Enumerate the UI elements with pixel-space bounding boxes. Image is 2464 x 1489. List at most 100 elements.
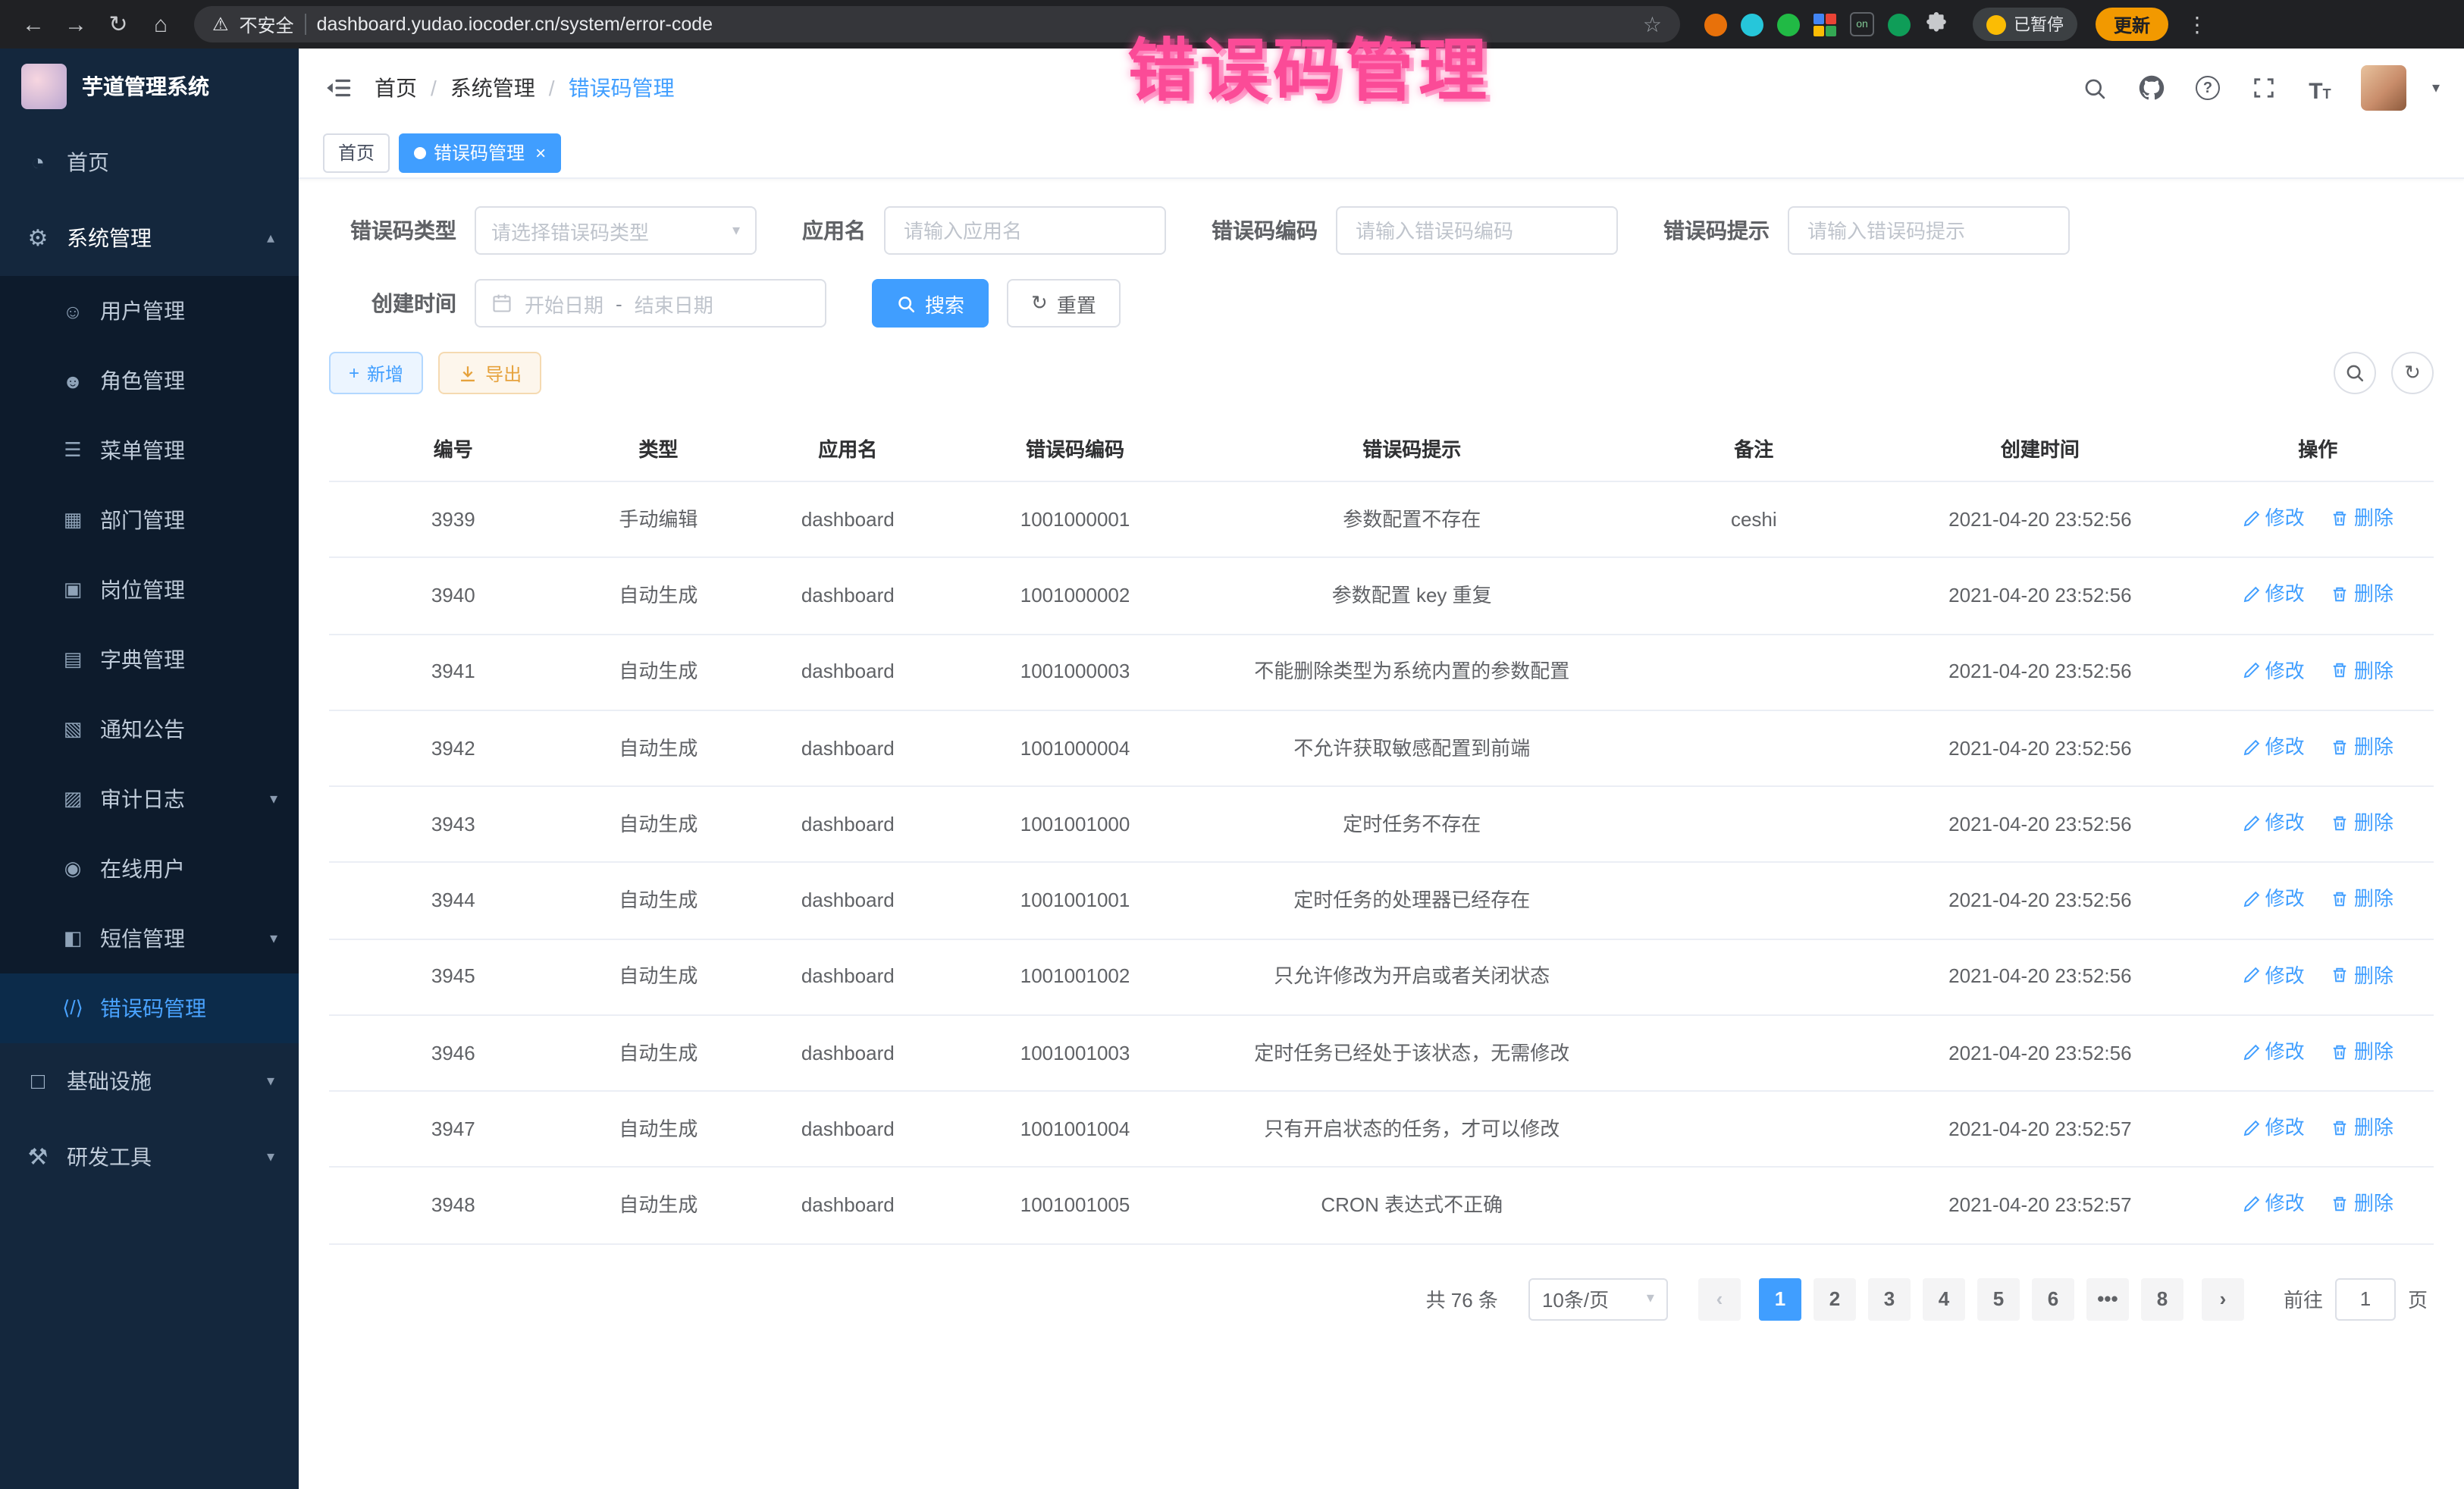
refresh-table-button[interactable]: ↻ <box>2391 352 2434 394</box>
back-icon[interactable]: ← <box>15 6 52 42</box>
page-button[interactable]: 2 <box>1814 1277 1856 1320</box>
edit-link[interactable]: 修改 <box>2243 1113 2305 1143</box>
page-content: 错误码类型 请选择错误码类型 ▾ 应用名 错误码编码 <box>299 179 2464 1489</box>
sidebar-submenu-item[interactable]: ☰ 菜单管理 <box>0 415 299 485</box>
view-tab[interactable]: 首页 × <box>323 133 390 172</box>
sidebar-submenu-item[interactable]: ▦ 部门管理 <box>0 485 299 555</box>
sidebar-submenu-item[interactable]: ☺ 用户管理 <box>0 276 299 346</box>
avatar-caret-icon[interactable]: ▾ <box>2432 80 2440 96</box>
delete-link[interactable]: 删除 <box>2331 885 2393 914</box>
edit-link[interactable]: 修改 <box>2243 656 2305 685</box>
delete-link[interactable]: 删除 <box>2331 580 2393 610</box>
sidebar-submenu-item[interactable]: ☻ 角色管理 <box>0 346 299 415</box>
extension-icon[interactable]: on <box>1850 12 1874 36</box>
goto-page-input[interactable] <box>2335 1277 2396 1320</box>
app-name-input[interactable] <box>884 206 1166 255</box>
sidebar-item[interactable]: □ 基础设施 ▾ <box>0 1043 299 1119</box>
delete-link[interactable]: 删除 <box>2331 1037 2393 1067</box>
extension-icon[interactable] <box>1741 13 1763 36</box>
reload-icon[interactable]: ↻ <box>100 6 136 42</box>
pencil-icon <box>2243 662 2261 680</box>
help-icon[interactable]: ? <box>2193 73 2223 103</box>
error-type-select[interactable]: 请选择错误码类型 ▾ <box>475 206 757 255</box>
url-text[interactable]: dashboard.yudao.iocoder.cn/system/error-… <box>317 14 1632 35</box>
delete-link[interactable]: 删除 <box>2331 1113 2393 1143</box>
sidebar-submenu-item[interactable]: ▧ 通知公告 <box>0 694 299 764</box>
cell-id: 3947 <box>329 1091 578 1168</box>
chrome-update-button[interactable]: 更新 <box>2096 8 2168 41</box>
next-page-button[interactable]: › <box>2202 1277 2244 1320</box>
prev-page-button[interactable]: ‹ <box>1698 1277 1741 1320</box>
error-msg-input[interactable] <box>1788 206 2070 255</box>
sidebar-item-home[interactable]: ◔ 首页 <box>0 124 299 200</box>
delete-link[interactable]: 删除 <box>2331 808 2393 838</box>
delete-link[interactable]: 删除 <box>2331 1190 2393 1219</box>
extension-icon[interactable] <box>1888 13 1911 36</box>
edit-link[interactable]: 修改 <box>2243 1190 2305 1219</box>
search-icon[interactable] <box>2080 73 2111 103</box>
delete-link[interactable]: 删除 <box>2331 656 2393 685</box>
edit-link[interactable]: 修改 <box>2243 808 2305 838</box>
page-button[interactable]: 3 <box>1868 1277 1911 1320</box>
column-header: 创建时间 <box>1878 415 2202 481</box>
date-range-picker[interactable]: 开始日期 - 结束日期 <box>475 279 826 328</box>
page-size-value: 10条/页 <box>1542 1284 1609 1313</box>
sidebar-submenu-item[interactable]: ▤ 字典管理 <box>0 625 299 694</box>
breadcrumb-system[interactable]: 系统管理 <box>450 73 535 103</box>
edit-link[interactable]: 修改 <box>2243 961 2305 990</box>
error-code-input[interactable] <box>1336 206 1618 255</box>
toggle-search-button[interactable] <box>2334 352 2376 394</box>
edit-link[interactable]: 修改 <box>2243 1037 2305 1067</box>
sidebar-item-system[interactable]: ⚙ 系统管理 ▴ <box>0 200 299 276</box>
forward-icon[interactable]: → <box>58 6 94 42</box>
profile-paused-badge[interactable]: 已暂停 <box>1973 8 2077 41</box>
close-icon[interactable]: × <box>535 142 546 163</box>
app-logo[interactable]: 芋道管理系统 <box>0 49 299 124</box>
delete-link[interactable]: 删除 <box>2331 961 2393 990</box>
user-avatar[interactable] <box>2361 65 2406 111</box>
cell-type: 自动生成 <box>578 1015 740 1092</box>
breadcrumb-home[interactable]: 首页 <box>375 73 417 103</box>
sidebar-submenu: ☺ 用户管理 ☻ 角色管理 ☰ 菜单管理 <box>0 276 299 1043</box>
breadcrumb-separator: / <box>431 76 437 100</box>
search-button[interactable]: 搜索 <box>872 279 989 328</box>
extension-icon[interactable] <box>1704 13 1727 36</box>
add-button[interactable]: + 新增 <box>329 352 423 394</box>
sidebar-submenu-item[interactable]: ◉ 在线用户 <box>0 834 299 904</box>
sidebar-collapse-icon[interactable] <box>323 73 353 103</box>
page-button[interactable]: 5 <box>1977 1277 2020 1320</box>
page-button[interactable]: 6 <box>2032 1277 2074 1320</box>
edit-link[interactable]: 修改 <box>2243 580 2305 610</box>
range-separator: - <box>616 292 622 315</box>
sidebar-submenu-item[interactable]: ⟨/⟩ 错误码管理 <box>0 973 299 1043</box>
page-button[interactable]: 1 <box>1759 1277 1801 1320</box>
edit-link[interactable]: 修改 <box>2243 503 2305 533</box>
export-button[interactable]: 导出 <box>438 352 541 394</box>
page-button[interactable]: 4 <box>1923 1277 1965 1320</box>
security-label[interactable]: 不安全 <box>240 11 294 37</box>
address-bar[interactable]: ⚠ 不安全 dashboard.yudao.iocoder.cn/system/… <box>194 6 1680 42</box>
delete-link[interactable]: 删除 <box>2331 503 2393 533</box>
reset-button[interactable]: ↻ 重置 <box>1007 279 1121 328</box>
edit-link[interactable]: 修改 <box>2243 885 2305 914</box>
sidebar-submenu-item[interactable]: ▣ 岗位管理 <box>0 555 299 625</box>
extensions-puzzle-icon[interactable] <box>1924 12 1948 36</box>
sidebar-item[interactable]: ⚒ 研发工具 ▾ <box>0 1119 299 1195</box>
page-button[interactable]: ••• <box>2086 1277 2129 1320</box>
extension-grid-icon[interactable] <box>1814 13 1836 36</box>
page-size-select[interactable]: 10条/页 ▾ <box>1528 1277 1668 1320</box>
page-button[interactable]: 8 <box>2141 1277 2183 1320</box>
edit-link[interactable]: 修改 <box>2243 732 2305 762</box>
cell-code: 1001000001 <box>956 481 1194 558</box>
sidebar-submenu-item[interactable]: ▨ 审计日志 ▾ <box>0 764 299 834</box>
delete-link[interactable]: 删除 <box>2331 732 2393 762</box>
home-icon[interactable]: ⌂ <box>143 6 179 42</box>
extension-icon[interactable] <box>1777 13 1800 36</box>
sidebar-submenu-item[interactable]: ◧ 短信管理 ▾ <box>0 904 299 973</box>
bookmark-star-icon[interactable]: ☆ <box>1643 11 1662 37</box>
github-icon[interactable] <box>2136 73 2167 103</box>
chrome-menu-icon[interactable]: ⋮ <box>2187 11 2208 37</box>
font-size-icon[interactable]: TT <box>2305 73 2335 103</box>
view-tab[interactable]: 错误码管理 × <box>399 133 561 172</box>
fullscreen-icon[interactable] <box>2249 73 2279 103</box>
